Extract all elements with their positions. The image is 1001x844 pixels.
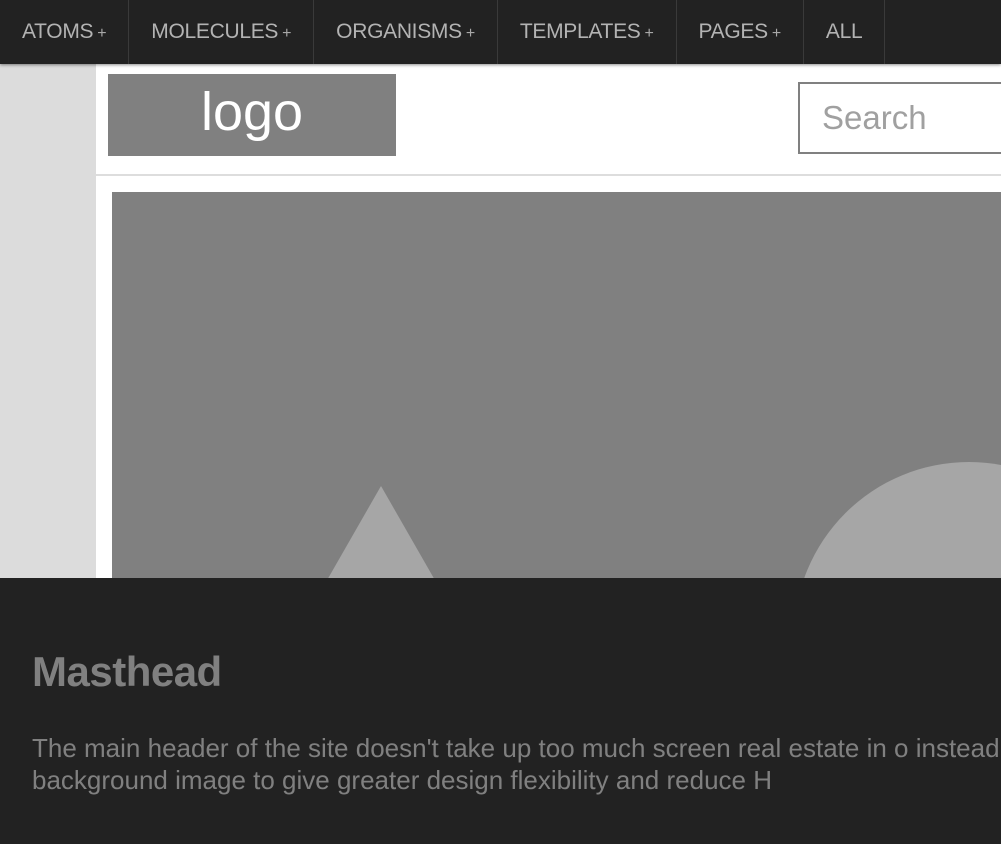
sun-circle-shape [804, 462, 1001, 578]
viewport-gutter [0, 64, 96, 578]
mountain-triangle-shape [328, 486, 434, 578]
plus-icon: + [97, 25, 107, 42]
nav-item-all[interactable]: ALL [804, 0, 886, 64]
plus-icon: + [644, 25, 654, 42]
nav-label: MOLECULES [151, 20, 279, 43]
pattern-annotation-panel: Masthead The main header of the site doe… [0, 578, 1001, 844]
nav-label: TEMPLATES [519, 20, 641, 43]
nav-label: PAGES [698, 20, 769, 43]
nav-item-organisms[interactable]: ORGANISMS + [314, 0, 498, 64]
plus-icon: + [771, 25, 781, 42]
nav-item-templates[interactable]: TEMPLATES + [498, 0, 677, 64]
hero-image-placeholder [112, 192, 1001, 578]
site-header: logo [96, 64, 1001, 176]
nav-item-molecules[interactable]: MOLECULES + [129, 0, 315, 64]
top-navigation: ATOMS + MOLECULES + ORGANISMS + TEMPLATE… [0, 0, 1001, 64]
plus-icon: + [465, 25, 475, 42]
annotation-description: The main header of the site doesn't take… [32, 733, 1001, 795]
nav-item-pages[interactable]: PAGES + [677, 0, 804, 64]
nav-item-atoms[interactable]: ATOMS + [0, 0, 130, 64]
nav-label: ALL [825, 20, 863, 43]
logo[interactable]: logo [108, 74, 396, 156]
plus-icon: + [282, 25, 292, 42]
nav-label: ORGANISMS [336, 20, 462, 43]
image-placeholder-graphic [328, 462, 1001, 578]
search-input[interactable] [798, 82, 1001, 154]
annotation-title: Masthead [32, 648, 222, 695]
nav-label: ATOMS [22, 20, 94, 43]
pattern-viewport: logo [96, 64, 1001, 578]
